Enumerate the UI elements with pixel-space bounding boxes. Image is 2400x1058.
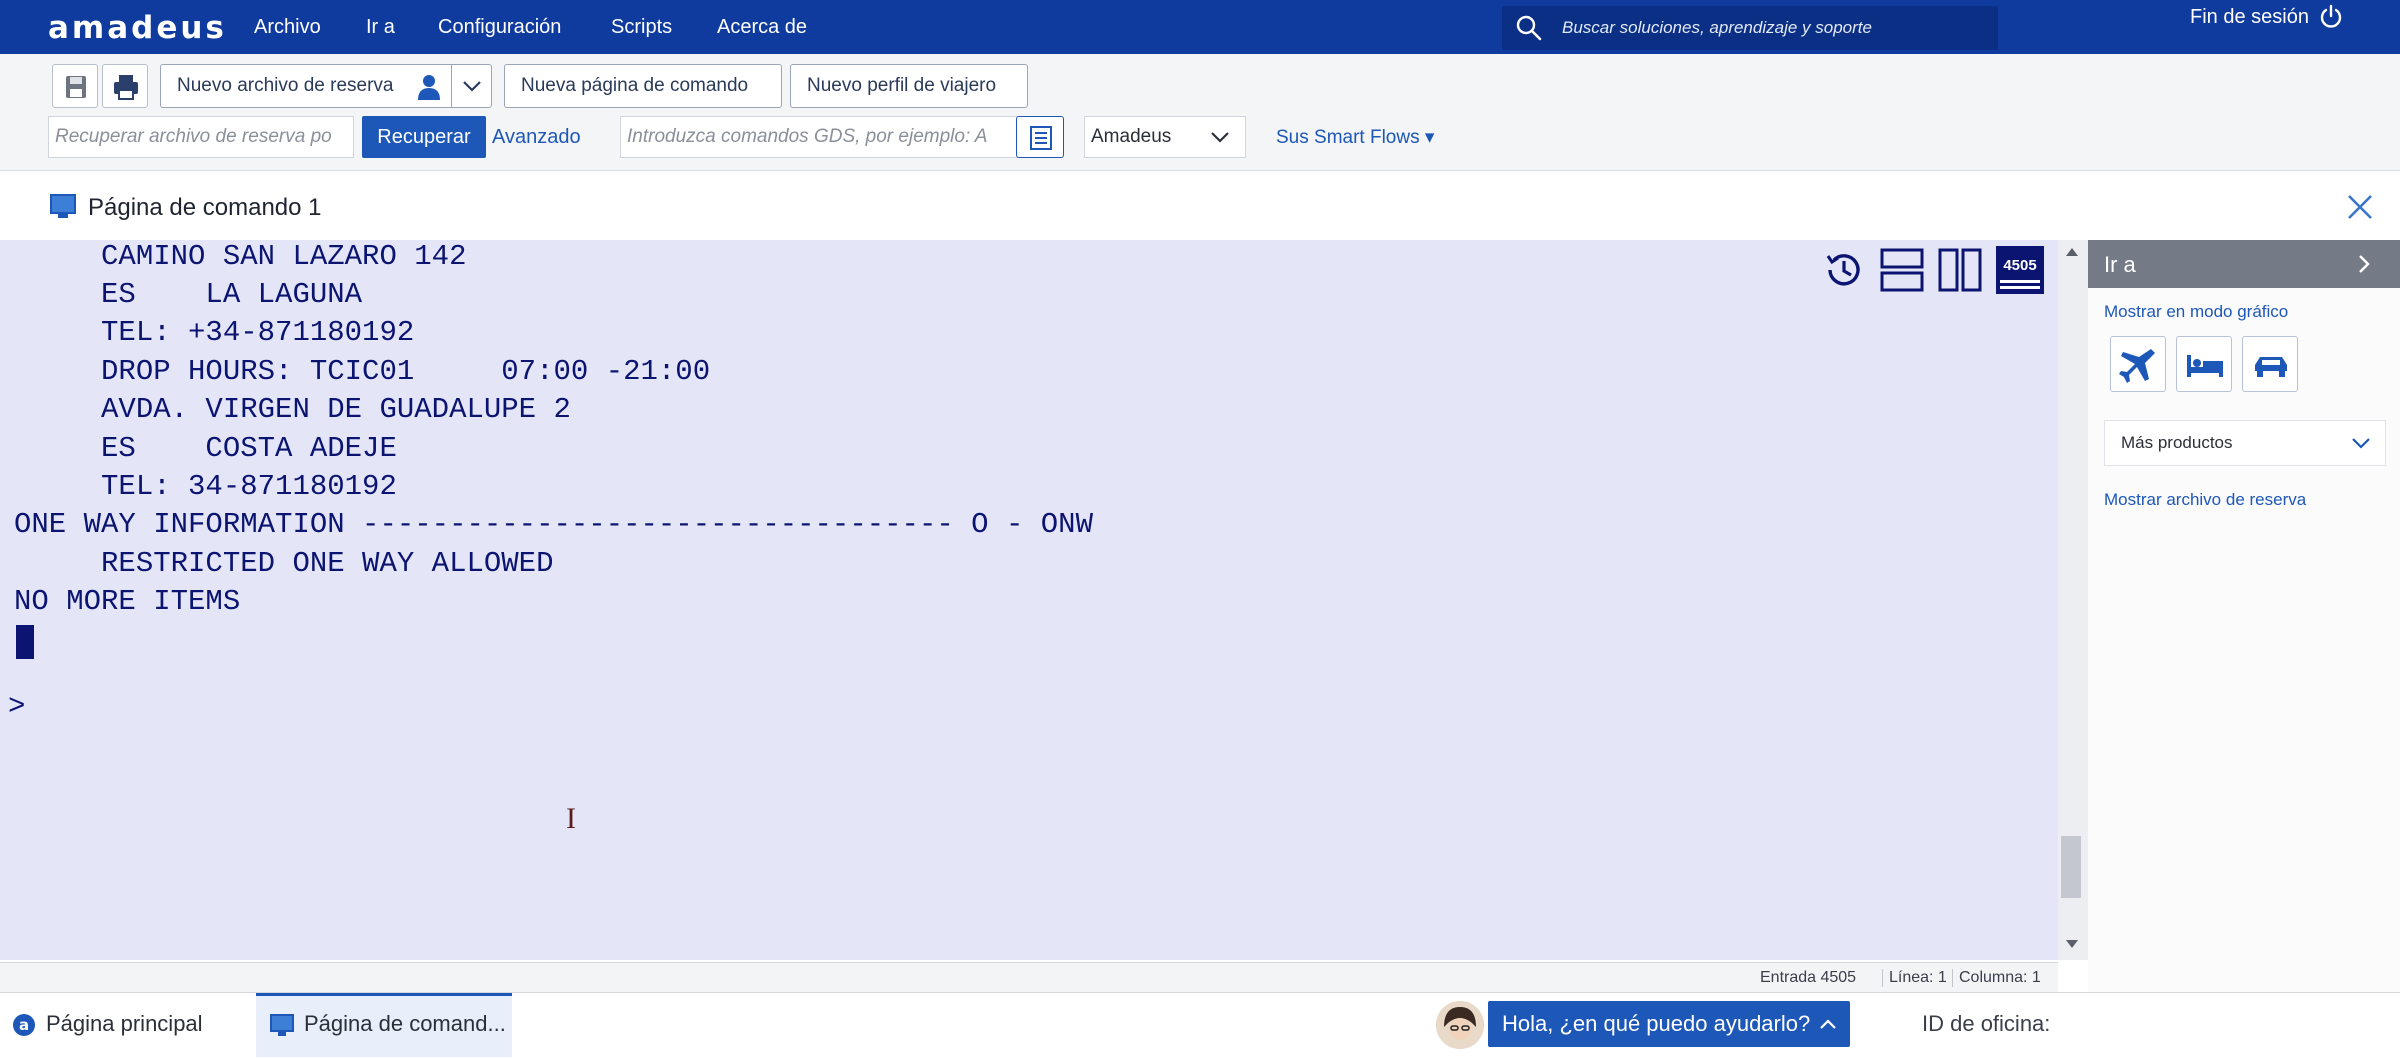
new-traveler-profile-button[interactable]: Nuevo perfil de viajero <box>790 64 1028 108</box>
command-terminal[interactable]: CAMINO SAN LAZARO 142 ES LA LAGUNA TEL: … <box>0 240 2058 960</box>
gds-command-input[interactable]: Introduzca comandos GDS, por ejemplo: A <box>620 116 1018 158</box>
assistant-face-icon <box>1436 1001 1484 1049</box>
hotel-button[interactable] <box>2176 336 2232 392</box>
bottom-tab-bar: a Página principal Página de comand... H… <box>0 992 2400 1058</box>
new-reservation-dropdown[interactable] <box>451 65 491 107</box>
scroll-down-icon[interactable] <box>2064 938 2080 950</box>
status-bar: Entrada 4505 Línea: 1 Columna: 1 <box>0 962 2058 992</box>
status-line: Línea: 1 <box>1882 969 1947 987</box>
toolbar-area: Nuevo archivo de reserva Nueva página de… <box>0 54 2400 171</box>
terminal-line: RESTRICTED ONE WAY ALLOWED <box>14 547 554 580</box>
gds-select-value: Amadeus <box>1091 126 1172 147</box>
more-products-select[interactable]: Más productos <box>2104 420 2386 466</box>
close-icon[interactable] <box>2345 192 2375 222</box>
floppy-icon <box>66 76 86 98</box>
smart-flows-menu[interactable]: Sus Smart Flows ▾ <box>1276 126 1434 149</box>
amadeus-app: amadeus Archivo Ir a Configuración Scrip… <box>0 0 2400 1058</box>
chevron-down-icon <box>2352 438 2370 449</box>
list-icon <box>1030 126 1052 150</box>
search-icon <box>1516 15 1542 41</box>
amadeus-a-icon: a <box>13 1014 35 1036</box>
more-products-label: Más productos <box>2121 433 2233 452</box>
tab-command-label: Página de comand... <box>304 1011 506 1036</box>
terminal-line: CAMINO SAN LAZARO 142 <box>14 240 467 273</box>
tab-command-page[interactable]: Página de comand... <box>256 993 512 1057</box>
terminal-tab-icon <box>270 1014 294 1036</box>
tab-home-label: Página principal <box>46 1011 203 1036</box>
mouse-ibeam: I <box>566 802 576 835</box>
chevron-up-icon <box>1820 1019 1836 1029</box>
power-icon[interactable] <box>2318 4 2344 30</box>
print-button[interactable] <box>102 64 148 108</box>
terminal-line: NO MORE ITEMS <box>14 585 241 618</box>
terminal-badge-number: 4505 <box>2003 257 2037 274</box>
bed-icon <box>2187 355 2223 377</box>
chevron-down-icon <box>1211 132 1229 143</box>
terminal-badge-icon[interactable]: 4505 <box>1996 246 2044 294</box>
terminal-line: DROP HOURS: TCIC01 07:00 -21:00 <box>14 355 711 388</box>
status-entry: Entrada 4505 <box>1760 969 1857 986</box>
chat-assistant-label: Hola, ¿en qué puedo ayudarlo? <box>1502 1011 1811 1036</box>
gds-select[interactable]: Amadeus <box>1084 116 1246 158</box>
car-icon <box>2255 357 2287 377</box>
command-page-header: Página de comando 1 <box>0 176 2400 238</box>
search-placeholder: Buscar soluciones, aprendizaje y soporte <box>1562 18 1872 37</box>
retrieve-button[interactable]: Recuperar <box>362 116 486 158</box>
menu-scripts[interactable]: Scripts <box>611 16 672 39</box>
goto-panel-title: Ir a <box>2104 252 2136 277</box>
menu-ir-a[interactable]: Ir a <box>366 16 395 39</box>
retrieve-reservation-input[interactable]: Recuperar archivo de reserva po <box>48 116 354 158</box>
split-vertical-icon[interactable] <box>1936 246 1984 294</box>
advanced-link[interactable]: Avanzado <box>492 126 581 149</box>
goto-panel: Ir a Mostrar en modo gráfico Más product… <box>2088 240 2400 992</box>
assistant-avatar[interactable] <box>1436 1001 1484 1049</box>
scroll-up-icon[interactable] <box>2064 246 2080 258</box>
goto-panel-header[interactable]: Ir a <box>2088 240 2400 288</box>
terminal-prompt: > <box>8 690 26 723</box>
terminal-line: ES COSTA ADEJE <box>14 432 397 465</box>
menu-archivo[interactable]: Archivo <box>254 16 321 39</box>
office-id-label: ID de oficina: <box>1922 1011 2051 1036</box>
menu-acerca-de[interactable]: Acerca de <box>717 16 807 39</box>
terminal-tab-icon <box>50 194 76 218</box>
terminal-line: AVDA. VIRGEN DE GUADALUPE 2 <box>14 393 571 426</box>
menu-configuracion[interactable]: Configuración <box>438 16 561 39</box>
history-icon[interactable] <box>1820 246 1868 294</box>
airplane-icon <box>2119 349 2155 383</box>
chevron-down-icon <box>463 81 481 92</box>
scrollbar-thumb[interactable] <box>2061 836 2081 898</box>
flight-button[interactable] <box>2110 336 2166 392</box>
svg-text:a: a <box>19 1016 29 1034</box>
show-reservation-link[interactable]: Mostrar archivo de reserva <box>2104 490 2306 510</box>
command-list-button[interactable] <box>1016 116 1064 158</box>
printer-icon <box>114 75 138 100</box>
top-nav-bar: amadeus Archivo Ir a Configuración Scrip… <box>0 0 2400 54</box>
status-column: Columna: 1 <box>1952 969 2041 987</box>
new-reservation-button[interactable]: Nuevo archivo de reserva <box>160 64 492 108</box>
amadeus-logo[interactable]: amadeus <box>48 10 227 46</box>
chat-assistant-button[interactable]: Hola, ¿en qué puedo ayudarlo? <box>1488 1001 1850 1047</box>
new-command-page-button[interactable]: Nueva página de comando <box>504 64 782 108</box>
page-title: Página de comando 1 <box>88 194 322 221</box>
new-reservation-label: Nuevo archivo de reserva <box>177 75 394 96</box>
terminal-cursor <box>16 625 34 659</box>
car-button[interactable] <box>2242 336 2298 392</box>
split-horizontal-icon[interactable] <box>1878 246 1926 294</box>
terminal-line: TEL: 34-871180192 <box>14 470 397 503</box>
save-button[interactable] <box>52 64 98 108</box>
terminal-line: ES LA LAGUNA <box>14 278 363 311</box>
chevron-right-icon <box>2359 255 2370 273</box>
terminal-line: TEL: +34-871180192 <box>14 316 415 349</box>
terminal-line: ONE WAY INFORMATION --------------------… <box>14 508 1093 541</box>
graphic-mode-link[interactable]: Mostrar en modo gráfico <box>2104 302 2288 322</box>
global-search[interactable]: Buscar soluciones, aprendizaje y soporte <box>1502 6 1998 50</box>
person-icon <box>418 75 440 100</box>
logout-link[interactable]: Fin de sesión <box>2190 6 2309 29</box>
